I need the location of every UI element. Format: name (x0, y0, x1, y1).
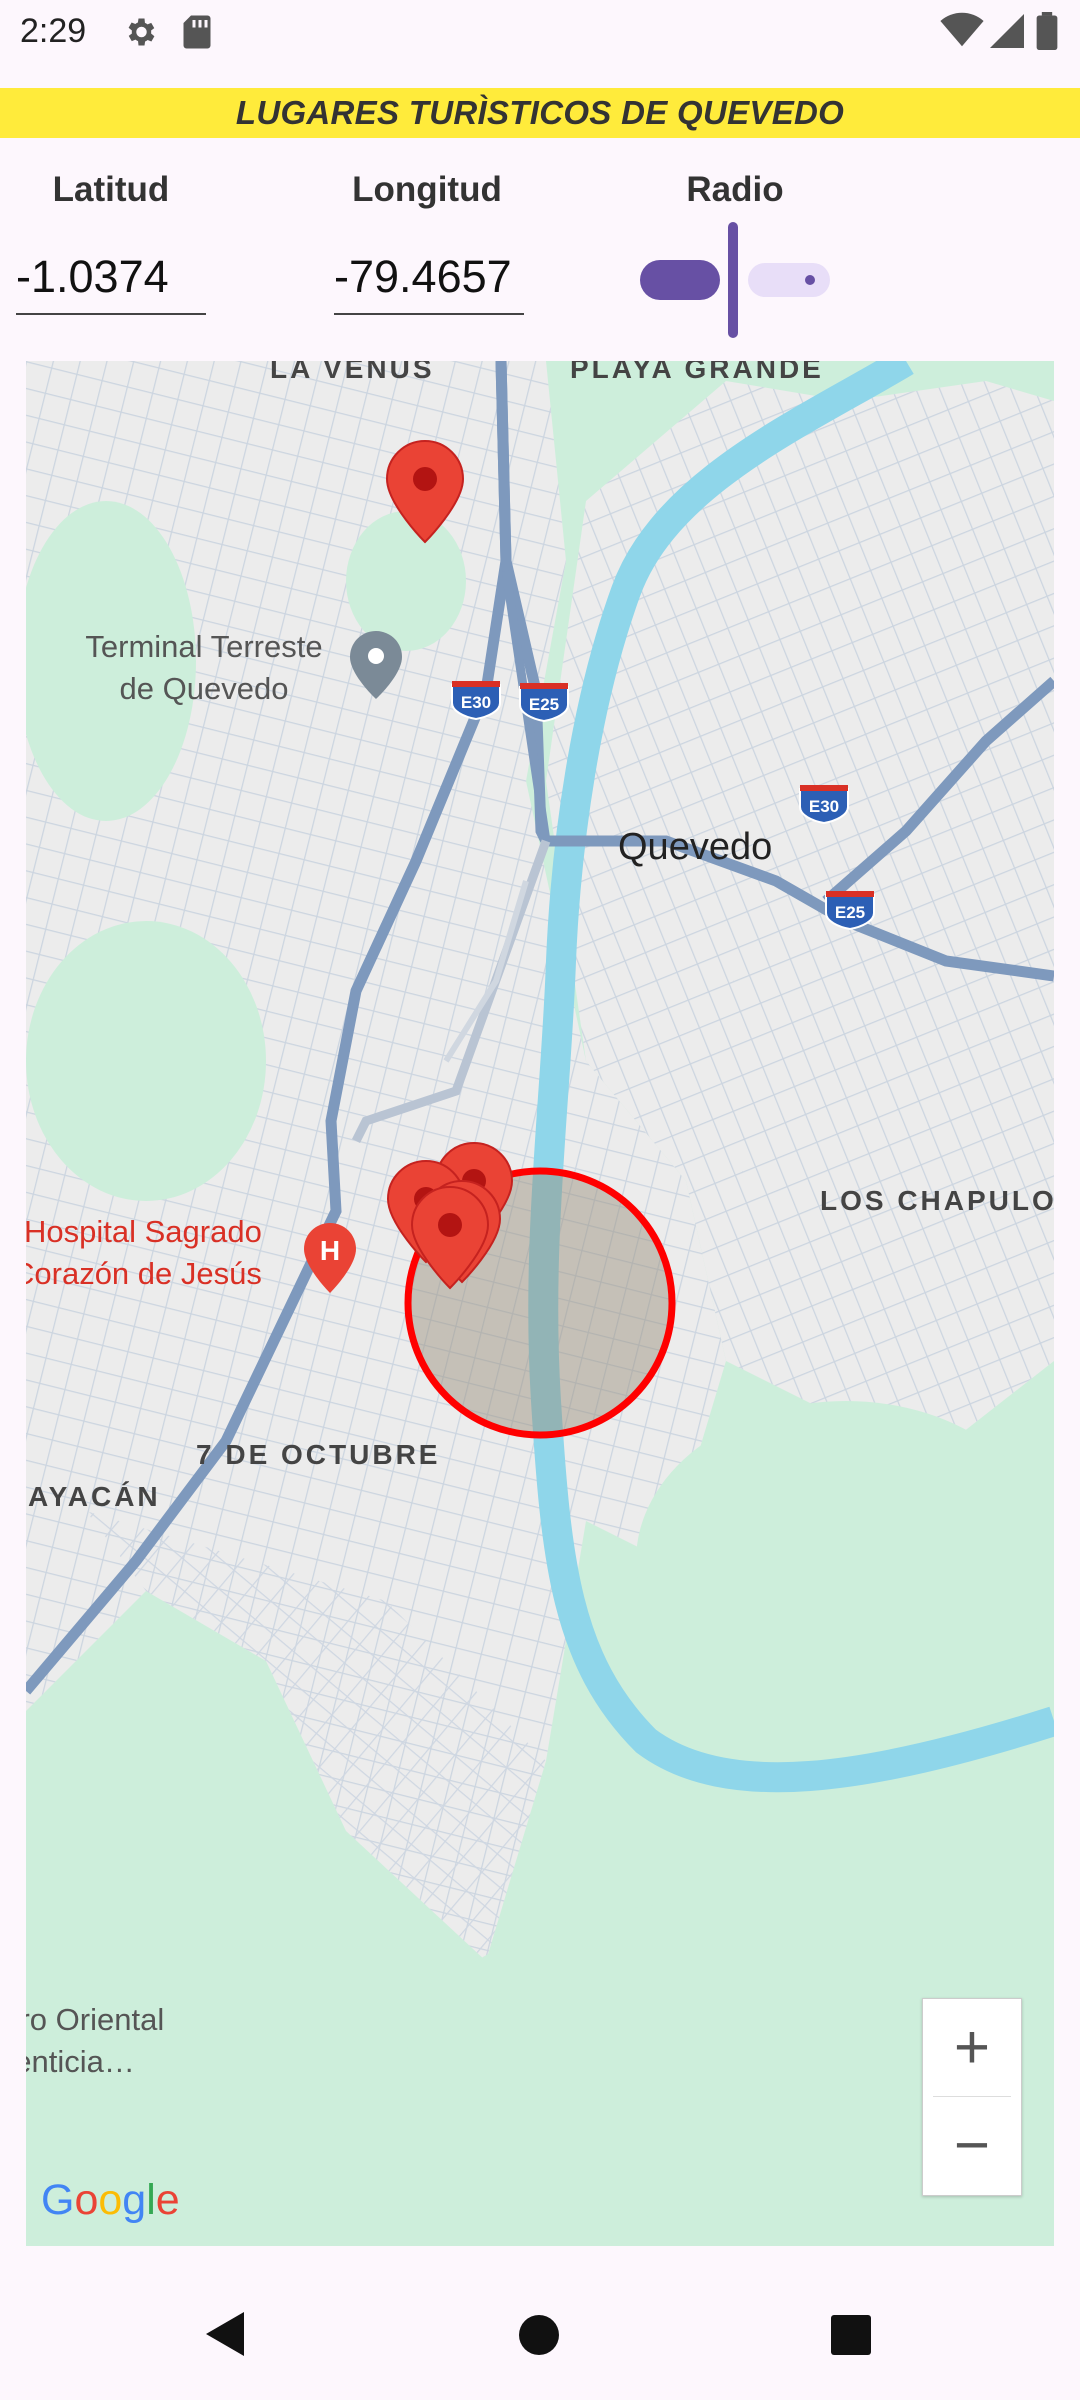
slider-active-track (640, 260, 720, 300)
slider-inactive-track (748, 263, 830, 297)
area-label-la-venus: LA VENUS (270, 361, 435, 384)
status-time: 2:29 (20, 12, 87, 50)
latitude-label: Latitud (52, 170, 170, 209)
poi-label-oriental: Centro Oriental Alimenticia… (26, 1999, 164, 2083)
area-label-los-chapulo: LOS CHAPULO (820, 1185, 1054, 1216)
poi-label-terminal-line1: Terminal Terreste (85, 629, 323, 664)
google-logo-text: Google (41, 2176, 180, 2224)
poi-label-oriental-line1: Centro Oriental (26, 2002, 165, 2037)
google-logo-letter: e (155, 2176, 180, 2224)
zoom-controls: + − (922, 1998, 1022, 2196)
navigation-bar (0, 2270, 1080, 2400)
signal-icon (990, 14, 1024, 48)
radius-slider[interactable] (636, 220, 836, 340)
poi-label-oriental-line2: Alimenticia… (26, 2044, 135, 2079)
poi-label-hospital: Hospital Sagrado Corazón de Jesús (26, 1211, 262, 1295)
latitude-field[interactable]: -1.0374 (16, 245, 206, 315)
back-icon[interactable] (204, 2310, 246, 2358)
poi-label-hospital-line1: Hospital Sagrado (26, 1214, 262, 1249)
poi-label-terminal-line2: de Quevedo (119, 671, 289, 706)
google-logo-letter: g (122, 2176, 147, 2224)
recents-icon[interactable] (830, 2314, 872, 2356)
title-bar: LUGARES TURÌSTICOS DE QUEVEDO (0, 88, 1080, 138)
radius-label: Radio (686, 170, 784, 209)
poi-label-hospital-line2: Corazón de Jesús (26, 1256, 262, 1291)
home-icon[interactable] (518, 2314, 560, 2356)
city-label-quevedo: Quevedo (618, 826, 773, 868)
zoom-out-button[interactable]: − (923, 2097, 1021, 2194)
map-view[interactable]: LA VENUS PLAYA GRANDE Terminal Terreste … (26, 361, 1054, 2246)
longitude-value: -79.4657 (334, 251, 512, 302)
google-logo: Google (41, 2176, 180, 2225)
google-logo-letter: l (146, 2176, 156, 2224)
slider-thumb[interactable] (728, 222, 738, 338)
latitude-value: -1.0374 (16, 251, 169, 302)
google-logo-letter: o (98, 2176, 123, 2224)
longitude-label: Longitud (352, 170, 502, 209)
poi-label-terminal: Terminal Terreste de Quevedo (62, 626, 346, 710)
zoom-in-button[interactable]: + (923, 1999, 1021, 2096)
google-logo-letter: G (41, 2176, 75, 2224)
settings-icon (128, 18, 155, 46)
page-title: LUGARES TURÌSTICOS DE QUEVEDO (235, 94, 845, 131)
slider-tick-mark (805, 275, 815, 285)
area-label-playa-grande: PLAYA GRANDE (570, 361, 824, 384)
sd-card-icon (183, 15, 211, 49)
longitude-field[interactable]: -79.4657 (334, 245, 524, 315)
wifi-icon (940, 12, 984, 47)
battery-icon (1036, 12, 1058, 50)
area-label-7-de-octubre: 7 DE OCTUBRE (196, 1439, 441, 1470)
status-bar: 2:29 (0, 0, 1080, 88)
google-logo-letter: o (74, 2176, 99, 2224)
area-label-guayacan: GUAYACÁN (26, 1481, 161, 1512)
